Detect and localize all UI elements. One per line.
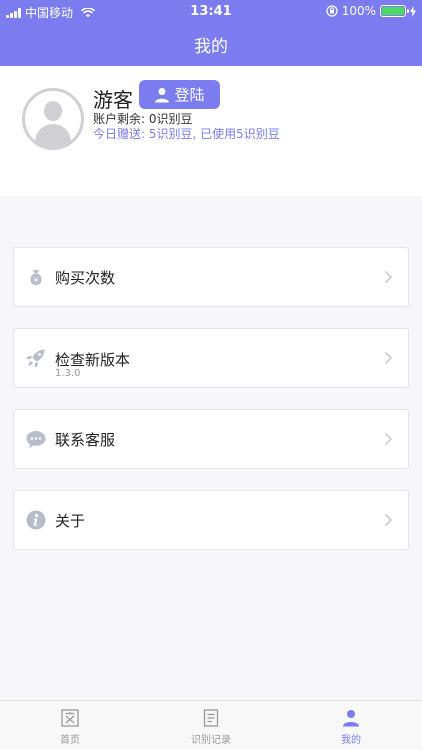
battery-icon [380, 5, 409, 17]
tab-bar: 首页 识别记录 我的 [0, 700, 422, 750]
menu-label: 联系客服 [55, 431, 116, 449]
battery-percent: 100% [341, 4, 376, 18]
chat-bubble-icon [26, 431, 46, 448]
charging-icon [410, 5, 416, 17]
tab-label: 识别记录 [191, 735, 231, 746]
status-bar: 中国移动 13:41 100% [0, 0, 422, 22]
menu-item-about[interactable]: 关于 [13, 490, 409, 550]
menu-label: 检查新版本 [55, 351, 131, 369]
chevron-right-icon [384, 432, 393, 446]
avatar[interactable] [22, 88, 84, 150]
login-button-label: 登陆 [174, 86, 205, 104]
money-bag-icon: ¥ [30, 270, 42, 285]
info-icon [26, 510, 46, 530]
svg-text:¥: ¥ [34, 276, 39, 284]
user-name: 游客 [93, 88, 133, 112]
document-icon [203, 709, 219, 727]
status-right: 100% [326, 4, 416, 18]
menu-label: 购买次数 [55, 269, 116, 287]
rocket-icon [26, 349, 45, 368]
chevron-right-icon [384, 513, 393, 527]
top-bar: 中国移动 13:41 100% 我的 [0, 0, 422, 66]
tab-home[interactable]: 首页 [40, 709, 100, 746]
profile-card: 游客 登陆 账户剩余: 0识别豆 今日赠送: 5识别豆, 已使用5识别豆 [0, 66, 422, 196]
person-icon [155, 87, 170, 102]
page-title: 我的 [194, 37, 228, 57]
menu-item-check-version[interactable]: 检查新版本 1.3.0 [13, 328, 409, 388]
menu-item-buy-count[interactable]: ¥ 购买次数 [13, 247, 409, 307]
home-text-icon [61, 709, 79, 727]
tab-label: 我的 [341, 735, 361, 746]
tab-mine[interactable]: 我的 [321, 709, 381, 746]
orientation-lock-icon [326, 5, 338, 17]
version-number: 1.3.0 [55, 368, 81, 379]
chevron-right-icon [384, 351, 393, 365]
tab-label: 首页 [60, 735, 80, 746]
tab-records[interactable]: 识别记录 [181, 709, 241, 746]
menu-item-contact-service[interactable]: 联系客服 [13, 409, 409, 469]
login-button[interactable]: 登陆 [139, 80, 220, 109]
menu-label: 关于 [55, 512, 86, 530]
daily-gift-text: 今日赠送: 5识别豆, 已使用5识别豆 [93, 127, 280, 141]
chevron-right-icon [384, 270, 393, 284]
person-icon [343, 710, 359, 727]
